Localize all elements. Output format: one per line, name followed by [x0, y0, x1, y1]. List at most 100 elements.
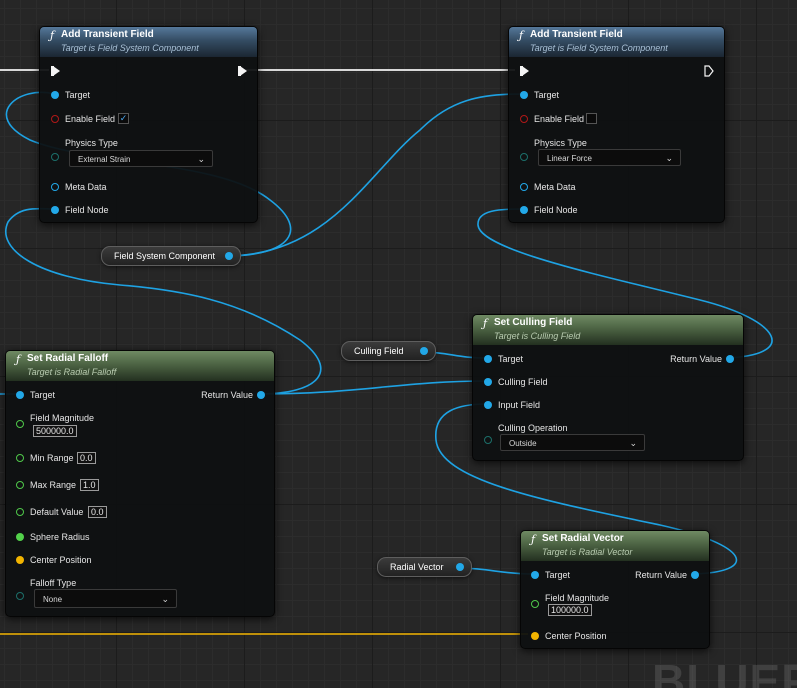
pin-label: Enable Field [534, 114, 585, 124]
field-magnitude-input[interactable]: 500000.0 [33, 425, 77, 437]
pin-label: Target [65, 90, 91, 100]
function-icon: ƒ [531, 533, 536, 546]
pin-dot[interactable] [257, 391, 265, 399]
pin-dot[interactable] [16, 420, 24, 428]
pin-dot[interactable] [16, 454, 24, 462]
pin-dot[interactable] [16, 556, 24, 564]
node-title: Set Radial Vector [542, 533, 624, 544]
pin-dot[interactable] [51, 153, 59, 161]
exec-in-pin[interactable] [520, 66, 529, 76]
pin-dot[interactable] [520, 183, 528, 191]
pin-dot[interactable] [520, 206, 528, 214]
pin-dot[interactable] [51, 91, 59, 99]
node-title: Set Culling Field [494, 317, 573, 328]
node-header: ƒ Add Transient Field Target is Field Sy… [40, 27, 257, 57]
node-header: ƒ Add Transient Field Target is Field Sy… [509, 27, 724, 57]
exec-in-pin[interactable] [51, 66, 60, 76]
pin-label: Field Node [534, 205, 578, 215]
min-range-input[interactable]: 0.0 [77, 452, 96, 464]
variable-output-pin[interactable] [420, 347, 428, 355]
pin-label: Falloff Type [30, 578, 77, 588]
pin-label: Center Position [545, 631, 607, 641]
radial-vector-variable[interactable]: Radial Vector [377, 557, 472, 577]
exec-out-pin[interactable] [704, 65, 714, 77]
add-transient-field-node-1[interactable]: ƒ Add Transient Field Target is Field Sy… [39, 26, 258, 223]
blueprint-graph-canvas[interactable]: ƒ Add Transient Field Target is Field Sy… [0, 0, 797, 688]
node-header: ƒ Set Radial Falloff Target is Radial Fa… [6, 351, 274, 381]
pin-label: Sphere Radius [30, 532, 90, 542]
max-range-input[interactable]: 1.0 [80, 479, 99, 491]
falloff-type-dropdown[interactable]: None ⌄ [34, 589, 177, 608]
pin-label: Default Value [30, 507, 84, 517]
pin-dot[interactable] [520, 153, 528, 161]
pin-label: Physics Type [65, 138, 118, 148]
pin-dot[interactable] [484, 355, 492, 363]
field-system-component-variable[interactable]: Field System Component [101, 246, 241, 266]
chevron-down-icon: ⌄ [197, 154, 205, 164]
pin-dot[interactable] [484, 401, 492, 409]
pin-dot[interactable] [51, 183, 59, 191]
pin-label: Enable Field [65, 114, 116, 124]
node-title: Add Transient Field [61, 29, 154, 40]
node-header: ƒ Set Culling Field Target is Culling Fi… [473, 315, 743, 345]
pin-dot[interactable] [16, 533, 24, 541]
function-icon: ƒ [16, 353, 21, 366]
variable-output-pin[interactable] [456, 563, 464, 571]
component-to-target2-wire[interactable] [225, 93, 522, 257]
physics-type-dropdown[interactable]: External Strain ⌄ [69, 150, 213, 167]
enable-field-checkbox[interactable]: ✓ [118, 113, 129, 124]
variable-label: Radial Vector [390, 562, 444, 572]
pin-label: Return Value [635, 570, 687, 580]
pin-dot[interactable] [531, 571, 539, 579]
pin-label: Meta Data [65, 182, 107, 192]
pin-dot[interactable] [16, 481, 24, 489]
exec-out-pin[interactable] [238, 66, 247, 76]
set-culling-field-node[interactable]: ƒ Set Culling Field Target is Culling Fi… [472, 314, 744, 461]
node-title: Set Radial Falloff [27, 353, 109, 364]
pin-label: Return Value [201, 390, 253, 400]
pin-dot[interactable] [726, 355, 734, 363]
node-subtitle: Target is Radial Vector [542, 547, 633, 557]
field-magnitude-input[interactable]: 100000.0 [548, 604, 592, 616]
set-radial-vector-node[interactable]: ƒ Set Radial Vector Target is Radial Vec… [520, 530, 710, 649]
pin-dot[interactable] [531, 632, 539, 640]
function-icon: ƒ [50, 29, 55, 42]
node-subtitle: Target is Culling Field [494, 331, 581, 341]
pin-label: Max Range [30, 480, 77, 490]
pin-label: Field Node [65, 205, 109, 215]
enable-field-checkbox[interactable] [586, 113, 597, 124]
chevron-down-icon: ⌄ [665, 153, 673, 163]
pin-label: Culling Field [498, 377, 548, 387]
pin-dot[interactable] [691, 571, 699, 579]
pin-label: Physics Type [534, 138, 587, 148]
default-value-input[interactable]: 0.0 [88, 506, 107, 518]
set-radial-falloff-node[interactable]: ƒ Set Radial Falloff Target is Radial Fa… [5, 350, 275, 617]
pin-dot[interactable] [51, 115, 59, 123]
culling-operation-dropdown[interactable]: Outside ⌄ [500, 434, 645, 451]
falloff-to-cullingfield-wire[interactable] [258, 380, 488, 395]
pin-label: Culling Operation [498, 423, 568, 433]
pin-dot[interactable] [16, 508, 24, 516]
pin-dot[interactable] [484, 378, 492, 386]
culling-field-variable[interactable]: Culling Field [341, 341, 436, 361]
return-value-pin[interactable]: Return Value [635, 568, 699, 582]
variable-output-pin[interactable] [225, 252, 233, 260]
pin-label: Target [534, 90, 560, 100]
pin-dot[interactable] [520, 115, 528, 123]
pin-dot[interactable] [16, 391, 24, 399]
node-subtitle: Target is Radial Falloff [27, 367, 117, 377]
pin-label: Input Field [498, 400, 541, 410]
return-value-pin[interactable]: Return Value [201, 388, 265, 402]
add-transient-field-node-2[interactable]: ƒ Add Transient Field Target is Field Sy… [508, 26, 725, 223]
pin-dot[interactable] [484, 436, 492, 444]
pin-dot[interactable] [16, 592, 24, 600]
physics-type-dropdown[interactable]: Linear Force ⌄ [538, 149, 681, 166]
chevron-down-icon: ⌄ [161, 594, 169, 604]
pin-dot[interactable] [531, 600, 539, 608]
pin-dot[interactable] [51, 206, 59, 214]
return-value-pin[interactable]: Return Value [670, 352, 734, 366]
variable-label: Field System Component [114, 251, 216, 261]
pin-dot[interactable] [520, 91, 528, 99]
pin-label: Field Magnitude [545, 593, 610, 603]
chevron-down-icon: ⌄ [629, 438, 637, 448]
